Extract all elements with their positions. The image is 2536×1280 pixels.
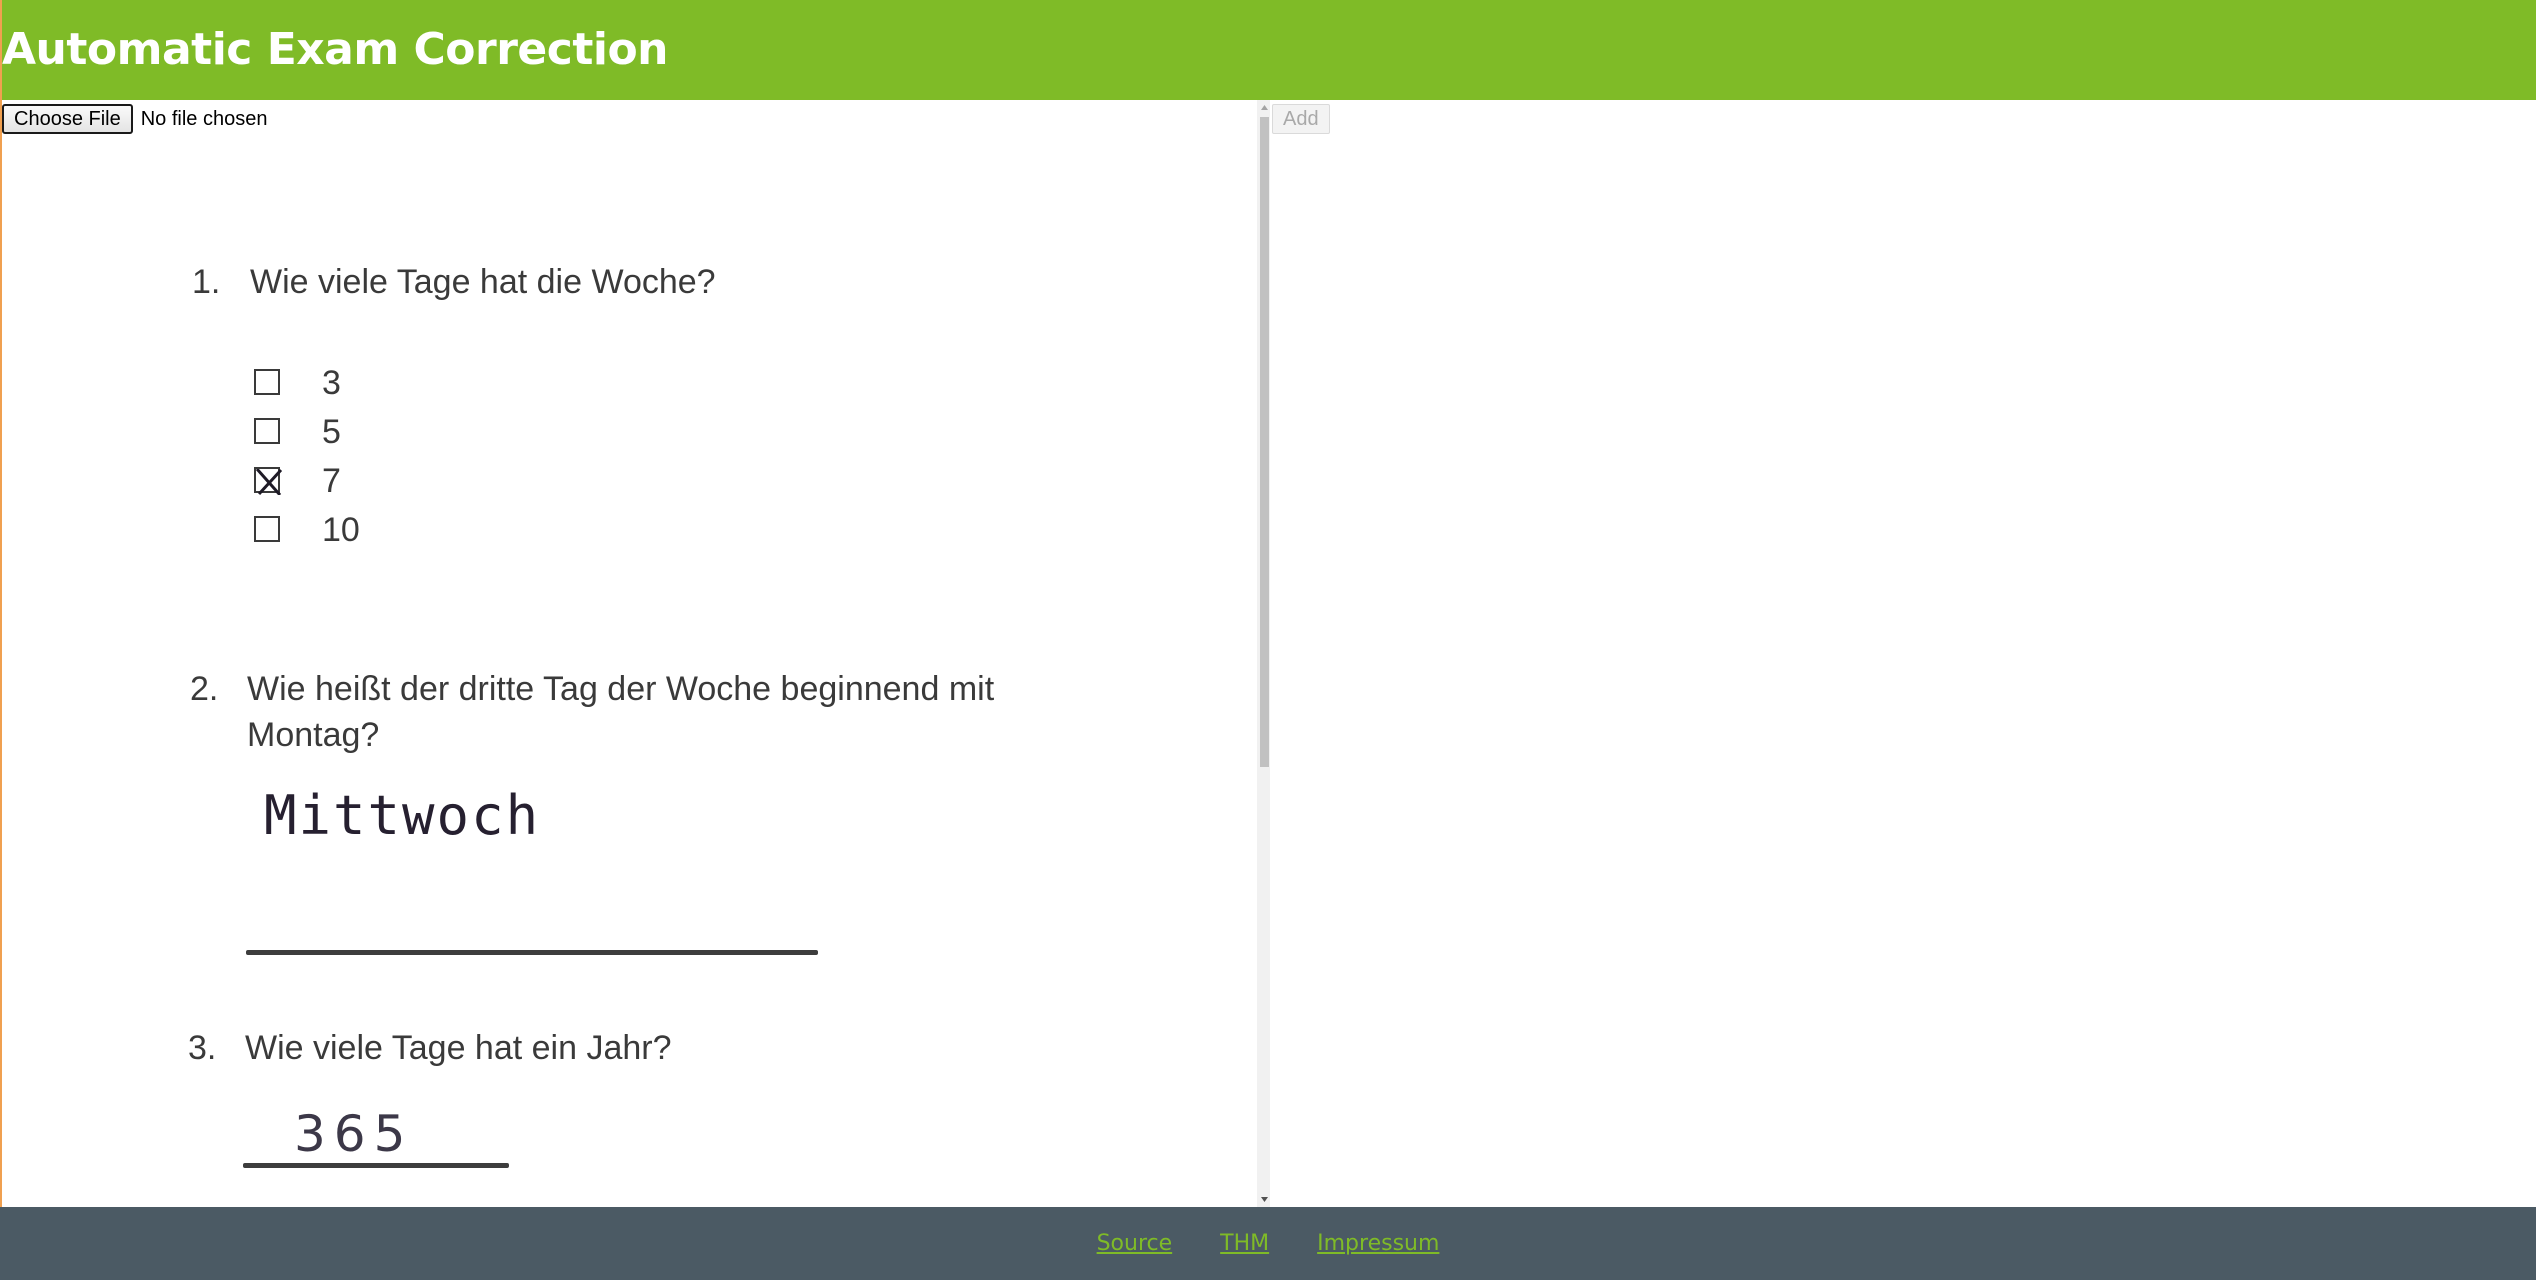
footer-link-source[interactable]: Source (1073, 1231, 1197, 1256)
app-page: Automatic Exam Correction 1. Wie viele T… (0, 0, 2536, 1280)
question-2-text: Wie heißt der dritte Tag der Woche begin… (247, 670, 995, 708)
app-header: Automatic Exam Correction (0, 0, 2536, 100)
option-label: 7 (322, 462, 341, 500)
page-footer: Source THM Impressum (0, 1207, 2536, 1280)
option-checkbox (254, 369, 280, 395)
question-3-text: Wie viele Tage hat ein Jahr? (245, 1029, 672, 1067)
answer-line (246, 950, 818, 955)
option-checkbox (254, 418, 280, 444)
file-status-text: No file chosen (140, 107, 268, 130)
question-1-text: Wie viele Tage hat die Woche? (250, 263, 716, 301)
results-panel: Add (1270, 100, 2536, 1207)
question-2-text-continued: Montag? (247, 716, 380, 754)
page-title: Automatic Exam Correction (2, 24, 669, 75)
scroll-down-arrow-icon[interactable] (1257, 1192, 1270, 1207)
handwritten-answer: Mittwoch (264, 784, 541, 847)
scanned-exam-image: 1. Wie viele Tage hat die Woche? 3 5 7 1… (2, 100, 1257, 1207)
option-label: 10 (322, 511, 360, 549)
scrollbar-thumb[interactable] (1260, 117, 1269, 767)
option-label: 3 (322, 364, 341, 402)
scroll-up-arrow-icon[interactable] (1257, 100, 1270, 115)
answer-line (243, 1163, 509, 1168)
option-label: 5 (322, 413, 341, 451)
exam-viewer-panel[interactable]: 1. Wie viele Tage hat die Woche? 3 5 7 1… (0, 100, 1270, 1207)
question-2-number: 2. (190, 670, 219, 708)
add-button[interactable]: Add (1272, 104, 1330, 134)
vertical-scrollbar[interactable] (1257, 100, 1270, 1207)
handwritten-answer: 365 (294, 1105, 414, 1163)
footer-link-impressum[interactable]: Impressum (1293, 1231, 1463, 1256)
choose-file-button[interactable]: Choose File (2, 104, 133, 134)
question-1-number: 1. (192, 263, 221, 301)
footer-link-thm[interactable]: THM (1196, 1231, 1293, 1256)
question-3-number: 3. (188, 1029, 217, 1067)
cross-mark-icon (256, 469, 282, 495)
option-checkbox (254, 516, 280, 542)
file-upload: Choose File No file chosen (2, 103, 267, 135)
option-checkbox-checked (254, 467, 282, 495)
